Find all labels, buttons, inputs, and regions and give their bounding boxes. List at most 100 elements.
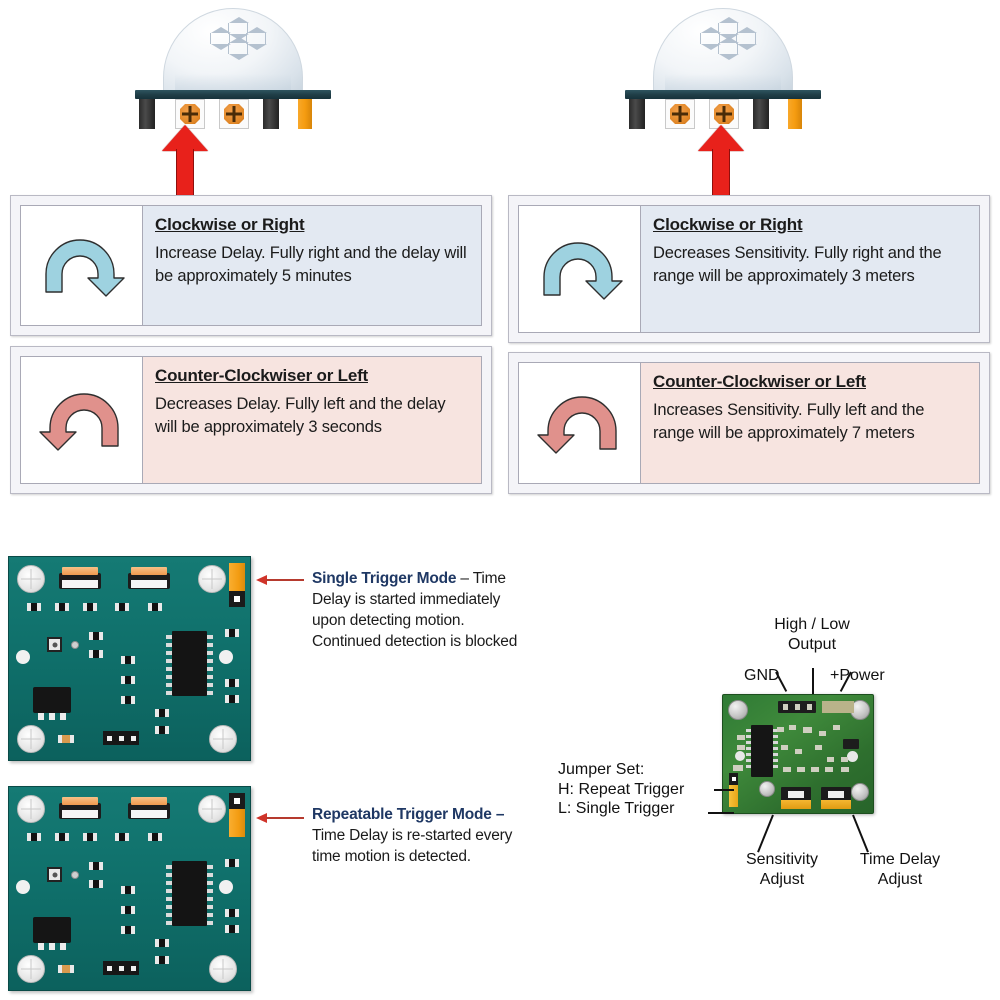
panel-body: Decreases Sensitivity. Fully right and t… (653, 244, 942, 286)
via-hole (219, 650, 233, 664)
jumper-icon (298, 99, 312, 129)
clockwise-arrow-svg (44, 238, 125, 297)
smd-part (777, 727, 784, 732)
single-trigger-pointer-arrow-icon (256, 575, 304, 585)
smd-resistor (155, 956, 169, 964)
header-pin (783, 704, 788, 710)
delay-pointer-arrow-icon (162, 125, 208, 203)
smd-resistor (121, 926, 135, 934)
sensor-board-edge (625, 90, 821, 99)
smd-resistor (89, 650, 103, 658)
callout-line3: upon detecting motion. (312, 612, 465, 630)
capacitor-icon (139, 99, 155, 129)
smd-resistor (155, 726, 169, 734)
jumper-set-label: Jumper Set: H: Repeat Trigger L: Single … (558, 761, 685, 818)
panel-row-counterclockwise: Counter-Clockwiser or Left Decreases Del… (20, 356, 482, 484)
bisS001-ic (166, 631, 213, 696)
leader-line-output (812, 668, 814, 694)
pir-sensor-sensitivity (623, 8, 823, 129)
electrolytic-capacitor (728, 700, 748, 720)
smd-resistor (121, 696, 135, 704)
panel-title: Clockwise or Right (155, 215, 305, 234)
smd-resistor (225, 859, 239, 867)
sensitivity-trimpot (59, 567, 101, 589)
smd-part (827, 757, 834, 762)
electrolytic-capacitor (759, 781, 775, 797)
mounting-hole (17, 955, 45, 983)
counter-clockwise-arrow-svg (38, 393, 119, 451)
pcb-single-trigger (8, 556, 251, 761)
smd-resistor (89, 862, 103, 870)
mounting-hole (209, 725, 237, 753)
smd-resistor (27, 603, 41, 611)
leader-line-delay (852, 814, 869, 853)
smd-resistor (225, 909, 239, 917)
via-hole (219, 880, 233, 894)
panel-body: Increase Delay. Fully right and the dela… (155, 244, 467, 286)
callout-line3: time motion is detected. (312, 848, 471, 866)
smd-part (737, 745, 745, 750)
electrolytic-capacitor (851, 783, 869, 801)
smd-transistor (843, 739, 859, 749)
mounting-hole (17, 565, 45, 593)
smd-part (795, 749, 802, 754)
smd-part (789, 725, 796, 730)
sensitivity-trimpot (59, 797, 101, 819)
pir-sensor-diagram: Clockwise or Right Increase Delay. Fully… (0, 0, 1000, 1000)
solder-pad-area (822, 701, 854, 713)
trigger-mode-jumper-single[interactable] (229, 563, 245, 607)
pin-header (103, 731, 139, 745)
panel-text-counterclockwise: Counter-Clockwiser or Left Decreases Del… (143, 357, 481, 483)
smd-part (797, 767, 805, 772)
smd-resistor (225, 695, 239, 703)
capacitor2-icon (753, 99, 769, 129)
capacitor-icon (629, 99, 645, 129)
pir-sensor-delay (133, 8, 333, 129)
smd-part (811, 767, 819, 772)
header-pin (807, 704, 812, 710)
crystal-component (47, 637, 62, 652)
panel-text-clockwise: Clockwise or Right Increase Delay. Fully… (143, 206, 481, 325)
smd-part (733, 765, 743, 771)
smd-part (833, 725, 840, 730)
via-pad (71, 641, 79, 649)
smd-resistor (55, 603, 69, 611)
sensitivity-counterclockwise-panel: Counter-Clockwiser or Left Increases Sen… (508, 352, 990, 494)
smd-resistor (58, 965, 75, 973)
smd-resistor (27, 833, 41, 841)
repeatable-trigger-mode-callout: Repeatable Trigger Mode – Time Delay is … (312, 804, 552, 867)
smd-resistor (58, 735, 75, 743)
counter-clockwise-arrow-svg (536, 396, 617, 454)
voltage-regulator (33, 917, 71, 950)
panel-text-counterclockwise: Counter-Clockwiser or Left Increases Sen… (641, 363, 979, 483)
smd-part (841, 757, 848, 762)
via-pad (71, 871, 79, 879)
sensitivity-clockwise-panel: Clockwise or Right Decreases Sensitivity… (508, 195, 990, 343)
smd-resistor (155, 939, 169, 947)
trigger-mode-jumper-repeatable[interactable] (229, 793, 245, 837)
smd-part (737, 735, 745, 740)
callout-line2: Time Delay is re-started every (312, 827, 513, 845)
clockwise-arrow-svg (542, 242, 623, 300)
panel-body: Increases Sensitivity. Fully left and th… (653, 401, 925, 443)
sensitivity-trimpot-photo[interactable] (781, 787, 811, 809)
smd-part (815, 745, 822, 750)
via-hole (847, 751, 858, 762)
voltage-regulator (33, 687, 71, 720)
clockwise-rotation-arrow-icon (21, 206, 143, 325)
smd-part (841, 767, 849, 772)
time-delay-counterclockwise-panel: Counter-Clockwiser or Left Decreases Del… (10, 346, 492, 494)
potentiometer-left-icon (665, 99, 695, 129)
smd-part (803, 727, 812, 733)
sensor-board-edge (135, 90, 331, 99)
callout-heading: Repeatable Trigger Mode – (312, 806, 505, 823)
smd-resistor (225, 679, 239, 687)
smd-part (825, 767, 833, 772)
bisS001-ic (166, 861, 213, 926)
delay-trimpot-photo[interactable] (821, 787, 851, 809)
smd-part (819, 731, 826, 736)
panel-row-clockwise: Clockwise or Right Increase Delay. Fully… (20, 205, 482, 326)
panel-body: Decreases Delay. Fully left and the dela… (155, 395, 446, 437)
jumper-icon (788, 99, 802, 129)
smd-resistor (121, 906, 135, 914)
